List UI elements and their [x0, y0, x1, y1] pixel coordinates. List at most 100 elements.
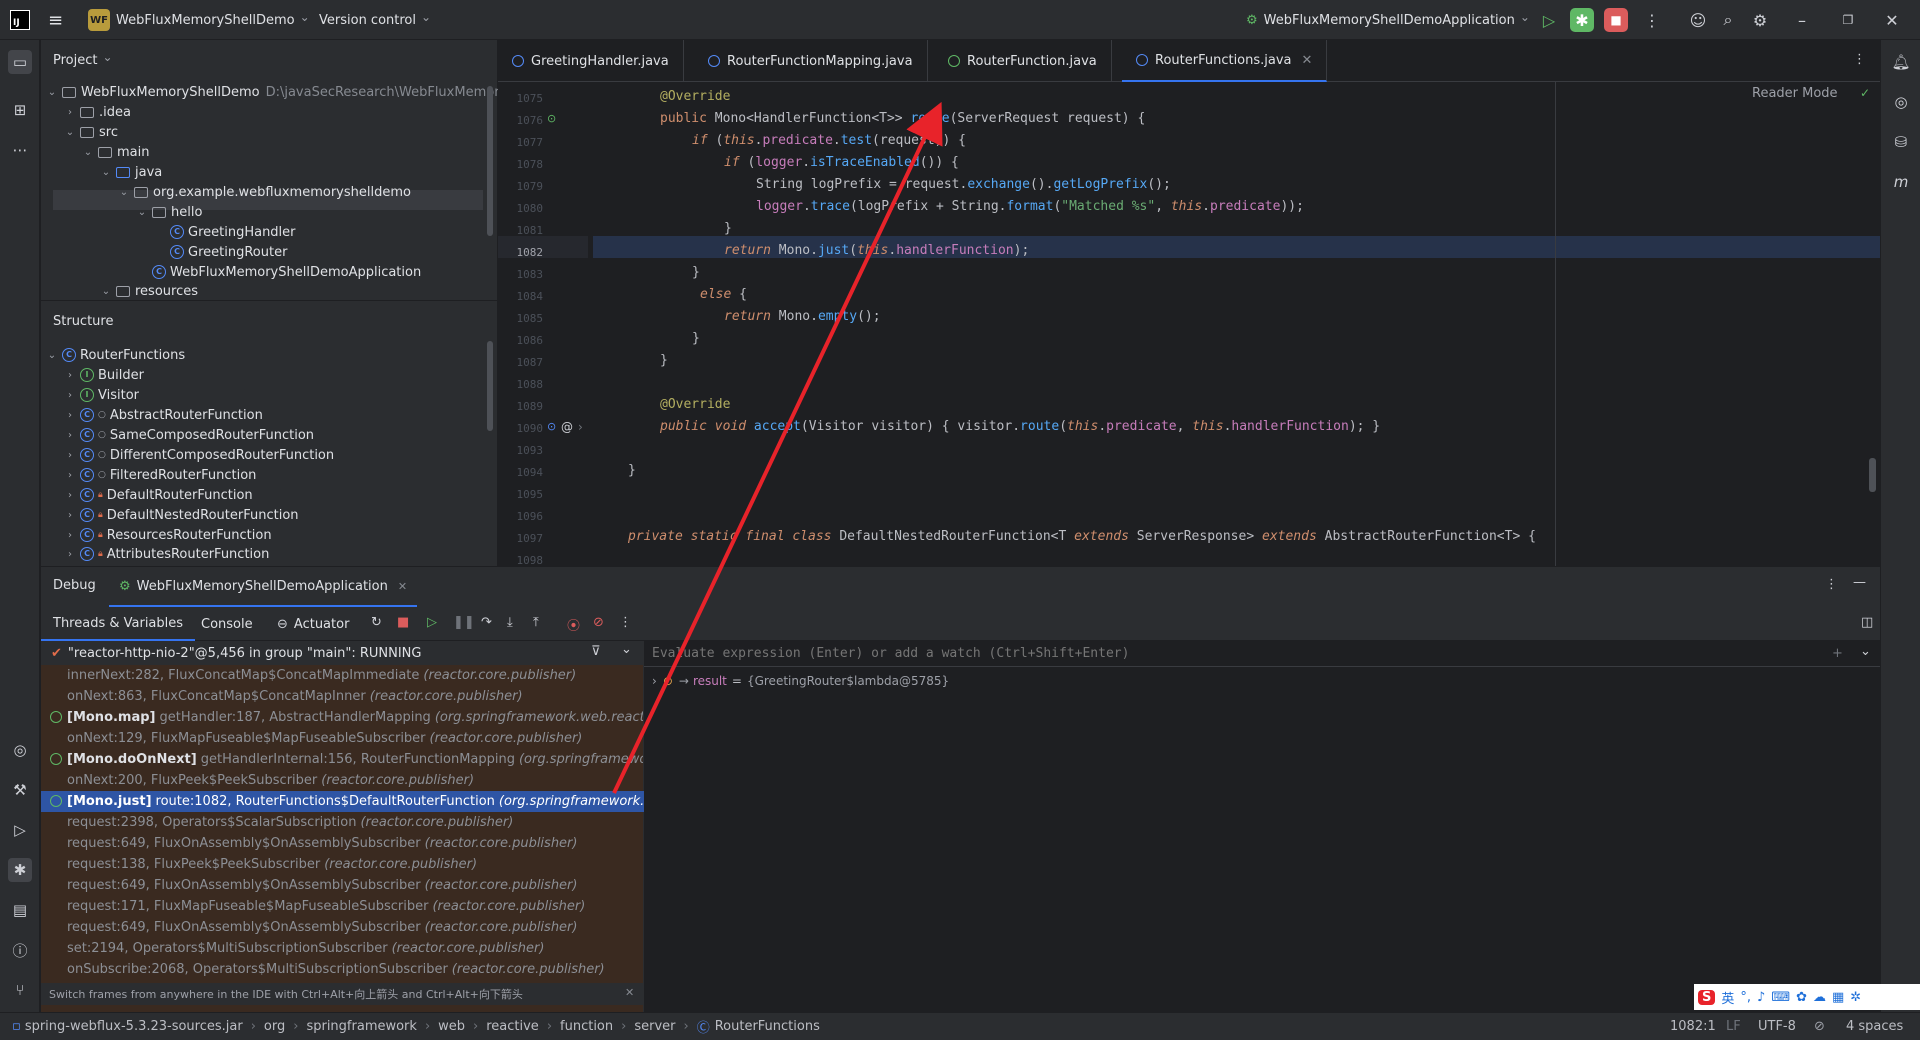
- debug-tool-icon[interactable]: ✱: [8, 858, 32, 882]
- override-gutter-icon[interactable]: ⊙: [547, 112, 556, 125]
- stack-frame[interactable]: request:649, FluxOnAssembly$OnAssemblySu…: [41, 917, 643, 938]
- ai-assistant-icon[interactable]: ◎: [1889, 90, 1913, 114]
- services-icon[interactable]: ◎: [8, 738, 32, 762]
- tab-routerfunctionmapping[interactable]: RouterFunctionMapping.java: [694, 40, 928, 82]
- variable-row[interactable]: › ⊙ → result = {GreetingRouter$lambda@57…: [652, 671, 949, 691]
- skin-icon[interactable]: ✿: [1796, 990, 1807, 1005]
- breadcrumb-item[interactable]: springframework: [306, 1019, 416, 1034]
- hint-close-icon[interactable]: ✕: [625, 986, 634, 999]
- thread-selector[interactable]: ✔ "reactor-http-nio-2"@5,456 in group "m…: [41, 641, 643, 665]
- app-logo[interactable]: IJ: [10, 0, 30, 40]
- add-user-icon[interactable]: ☺: [1686, 8, 1710, 32]
- expand-chevron-icon[interactable]: ›: [652, 674, 657, 688]
- stack-frame[interactable]: innerNext:282, FluxConcatMap$ConcatMapIm…: [41, 665, 643, 686]
- tab-console[interactable]: Console: [201, 607, 253, 641]
- breadcrumb-item[interactable]: server: [634, 1019, 675, 1034]
- notifications-icon[interactable]: 🔔︎: [1889, 50, 1913, 74]
- tree-row[interactable]: › C 🔒︎ DefaultRouterFunction: [63, 485, 253, 505]
- line-separator[interactable]: LF: [1726, 1019, 1741, 1034]
- step-out-icon[interactable]: ⤒: [533, 615, 539, 630]
- layout-icon[interactable]: ◫: [1861, 615, 1873, 630]
- add-watch-icon[interactable]: +: [1832, 646, 1843, 661]
- ime-toolbar[interactable]: S 英 °, ♪ ⌨ ✿ ☁ ▦ ✲: [1694, 984, 1920, 1010]
- minimize-icon[interactable]: –: [1790, 8, 1814, 32]
- stop-icon[interactable]: ■: [397, 615, 409, 630]
- caret-position[interactable]: 1082:1: [1670, 1019, 1716, 1034]
- maven-icon[interactable]: m: [1889, 170, 1913, 194]
- tree-row[interactable]: ⌄ org.example.webfluxmemoryshelldemo: [117, 182, 411, 202]
- stack-frame[interactable]: onNext:863, FluxConcatMap$ConcatMapInner…: [41, 686, 643, 707]
- stack-frame[interactable]: request:138, FluxPeek$PeekSubscriber (rea…: [41, 854, 643, 875]
- toolbox-icon[interactable]: ☁: [1813, 990, 1826, 1005]
- step-over-icon[interactable]: ↷: [481, 615, 492, 630]
- debug-more-icon[interactable]: ⋮: [1825, 577, 1838, 592]
- database-icon[interactable]: ⛁: [1889, 130, 1913, 154]
- microphone-icon[interactable]: ♪: [1757, 990, 1765, 1005]
- pause-icon[interactable]: ❚❚: [453, 615, 475, 630]
- code-editor[interactable]: 1075 1076 1077 1078 1079 1080 1081 1082 …: [498, 82, 1880, 566]
- session-close-icon[interactable]: ✕: [398, 580, 407, 593]
- more-vertical-icon[interactable]: ⋮: [619, 615, 632, 630]
- tree-row[interactable]: › I Visitor: [63, 385, 139, 405]
- stack-frame[interactable]: onNext:200, FluxPeek$PeekSubscriber (reac…: [41, 770, 643, 791]
- stack-frame[interactable]: [Mono.doOnNext] getHandlerInternal:156, R…: [41, 749, 643, 770]
- tree-row[interactable]: › C 🔒︎ DefaultNestedRouterFunction: [63, 505, 299, 525]
- tree-row[interactable]: › C ○ AbstractRouterFunction: [63, 405, 263, 425]
- project-panel-title[interactable]: Project: [53, 40, 113, 80]
- breadcrumb-item[interactable]: org: [264, 1019, 285, 1034]
- tab-greetinghandler[interactable]: GreetingHandler.java: [498, 40, 684, 82]
- grid-icon[interactable]: ▦: [1832, 990, 1844, 1005]
- filter-icon[interactable]: ⊽: [591, 644, 601, 659]
- main-menu-icon[interactable]: ≡: [48, 0, 63, 40]
- git-icon[interactable]: ⑂: [8, 978, 32, 1002]
- stack-frame[interactable]: onNext:129, FluxMapFuseable$MapFuseableS…: [41, 728, 643, 749]
- hide-panel-icon[interactable]: —: [1853, 575, 1866, 590]
- tree-row[interactable]: › .idea: [63, 102, 131, 122]
- debug-icon[interactable]: ✱: [1570, 8, 1594, 32]
- stack-frame[interactable]: set:2194, Operators$MultiSubscriptionSub…: [41, 938, 643, 959]
- tree-row[interactable]: ⌄ C RouterFunctions: [45, 345, 185, 365]
- editor-scrollbar[interactable]: [1869, 458, 1876, 492]
- more-tools-icon[interactable]: ⋯: [8, 138, 32, 162]
- view-breakpoints-icon[interactable]: ⦿: [567, 615, 580, 634]
- search-icon[interactable]: ⌕: [1716, 8, 1740, 32]
- stack-frame[interactable]: [Mono.map] getHandler:187, AbstractHandle…: [41, 707, 643, 728]
- tabs-more-icon[interactable]: ⋮: [1853, 52, 1866, 67]
- stack-frame[interactable]: request:2398, Operators$ScalarSubscripti…: [41, 812, 643, 833]
- stack-frame[interactable]: request:649, FluxOnAssembly$OnAssemblySu…: [41, 833, 643, 854]
- close-icon[interactable]: ✕: [1880, 8, 1904, 32]
- tree-row[interactable]: › C ○ FilteredRouterFunction: [63, 465, 256, 485]
- breadcrumb-item[interactable]: spring-webflux-5.3.23-sources.jar: [25, 1019, 243, 1034]
- stop-icon[interactable]: ■: [1604, 8, 1628, 32]
- reader-mode-link[interactable]: Reader Mode: [1752, 86, 1838, 101]
- tab-close-icon[interactable]: ✕: [1302, 53, 1313, 68]
- tab-routerfunctions[interactable]: RouterFunctions.java ✕: [1122, 40, 1328, 82]
- tree-row[interactable]: ⌄ main: [81, 142, 150, 162]
- tree-row[interactable]: ⌄ WebFluxMemoryShellDemo D:\javaSecResearc…: [45, 82, 507, 102]
- structure-tool-icon[interactable]: ⊞: [8, 98, 32, 122]
- gear-icon[interactable]: ⚙: [1748, 8, 1772, 32]
- at-gutter-icon[interactable]: @: [561, 420, 573, 434]
- breadcrumb-item[interactable]: function: [560, 1019, 613, 1034]
- stack-frame[interactable]: request:649, FluxOnAssembly$OnAssemblySu…: [41, 875, 643, 896]
- punctuation-icon[interactable]: °,: [1740, 990, 1751, 1005]
- build-icon[interactable]: ⚒: [8, 778, 32, 802]
- run-config-selector[interactable]: ⚙ WebFluxMemoryShellDemoApplication: [1246, 0, 1530, 40]
- tab-actuator[interactable]: ⊖ Actuator: [277, 607, 349, 641]
- frames-list[interactable]: ✔ "reactor-http-nio-2"@5,456 in group "m…: [41, 641, 813, 1013]
- file-encoding[interactable]: UTF-8: [1758, 1019, 1796, 1034]
- tree-row[interactable]: › C 🔒︎ ResourcesRouterFunction: [63, 525, 272, 545]
- breadcrumb-item[interactable]: RouterFunctions: [715, 1019, 820, 1034]
- tab-threads-variables[interactable]: Threads & Variables: [41, 607, 196, 641]
- rerun-icon[interactable]: ↻: [371, 615, 382, 630]
- problems-icon[interactable]: ⓘ: [8, 938, 32, 962]
- tree-row[interactable]: › I Builder: [63, 365, 144, 385]
- chevron-down-icon[interactable]: ⌄: [1860, 644, 1871, 659]
- tree-row[interactable]: › C 🔒︎ AttributesRouterFunction: [63, 545, 269, 563]
- more-vertical-icon[interactable]: ⋮: [1640, 8, 1664, 32]
- step-into-icon[interactable]: ⤓: [507, 615, 513, 630]
- restore-icon[interactable]: ❐: [1836, 8, 1860, 32]
- project-tool-icon[interactable]: ▭: [8, 50, 32, 74]
- tree-row[interactable]: › C ○ DifferentComposedRouterFunction: [63, 445, 334, 465]
- mute-breakpoints-icon[interactable]: ⊘: [593, 615, 604, 630]
